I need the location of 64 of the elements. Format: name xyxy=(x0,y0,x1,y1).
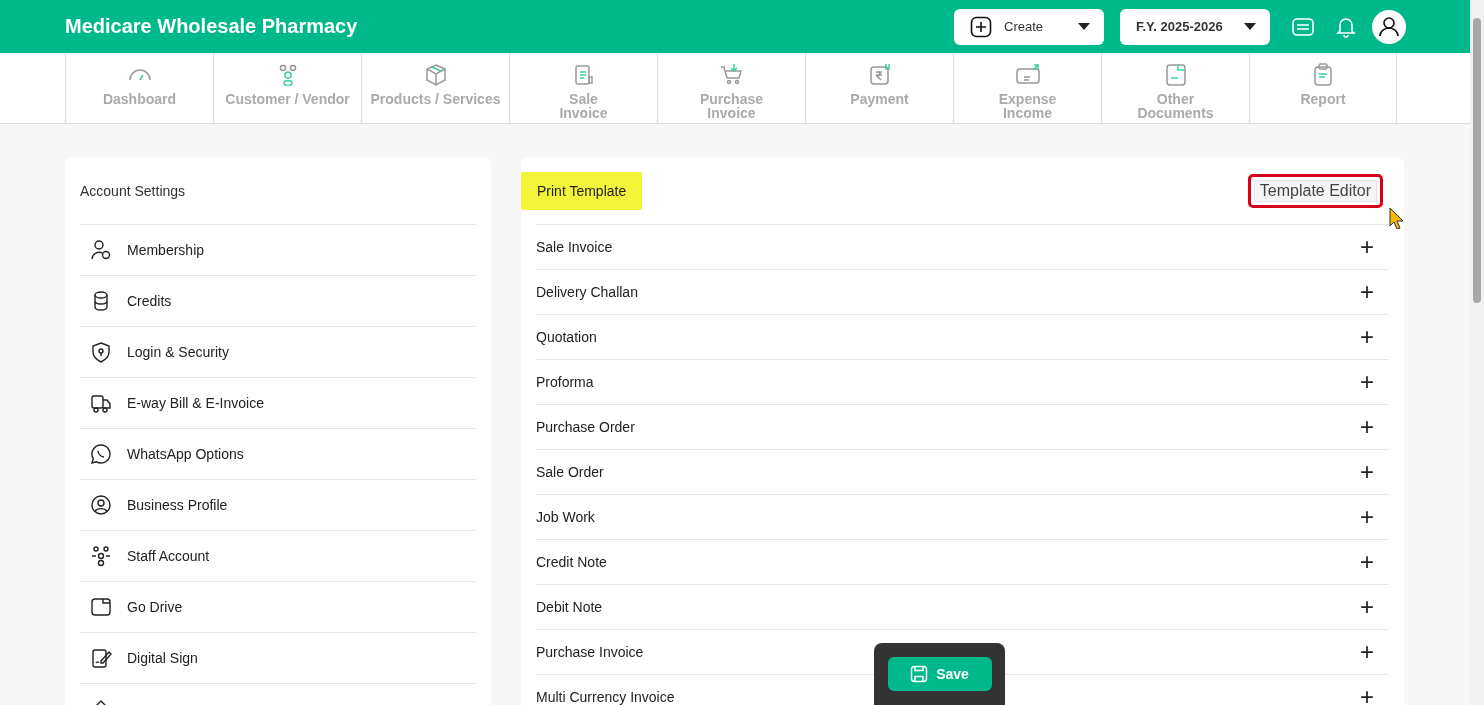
template-label: Debit Note xyxy=(536,599,603,615)
template-row[interactable]: Sale Order + xyxy=(536,450,1389,495)
template-label: Delivery Challan xyxy=(536,284,638,300)
template-row[interactable]: Job Work + xyxy=(536,495,1389,540)
settings-label: Membership xyxy=(127,242,205,258)
settings-item[interactable]: Staff Account xyxy=(80,531,476,582)
expand-icon[interactable]: + xyxy=(1360,325,1374,349)
template-editor-button[interactable]: Template Editor xyxy=(1247,173,1383,208)
nav-label: Dashboard xyxy=(102,92,177,106)
expand-icon[interactable]: + xyxy=(1360,595,1374,619)
settings-item[interactable]: WhatsApp Options xyxy=(80,429,476,480)
expand-icon[interactable]: + xyxy=(1360,415,1374,439)
app-title: Medicare Wholesale Pharmacy xyxy=(65,15,358,38)
expand-icon[interactable]: + xyxy=(1360,685,1374,705)
template-row[interactable]: Debit Note + xyxy=(536,585,1389,630)
settings-label: WhatsApp Options xyxy=(127,446,244,462)
template-row[interactable]: Quotation + xyxy=(536,315,1389,360)
template-row[interactable]: Purchase Order + xyxy=(536,405,1389,450)
settings-item[interactable]: Digital Sign xyxy=(80,633,476,684)
template-row[interactable]: Credit Note + xyxy=(536,540,1389,585)
nav-label: Other Documents xyxy=(1137,92,1214,120)
settings-label: Credits xyxy=(127,293,172,309)
settings-item[interactable]: Membership xyxy=(80,225,476,276)
template-row[interactable]: Proforma + xyxy=(536,360,1389,405)
template-row[interactable]: Delivery Challan + xyxy=(536,270,1389,315)
settings-label: Business Profile xyxy=(127,497,228,513)
expand-icon[interactable]: + xyxy=(1360,550,1374,574)
create-button[interactable]: Create xyxy=(954,8,1104,45)
settings-label: Login & Security xyxy=(127,344,229,360)
template-label: Proforma xyxy=(536,374,594,390)
settings-label: Go Drive xyxy=(127,599,183,615)
settings-label: Digital Sign xyxy=(127,650,198,666)
year-selector[interactable]: F.Y. 2025-2026 xyxy=(1120,8,1270,45)
template-label: Quotation xyxy=(536,329,597,345)
template-label: Purchase Order xyxy=(536,419,635,435)
template-row[interactable]: Sale Invoice + xyxy=(536,225,1389,270)
settings-item[interactable]: E-way Bill & E-Invoice xyxy=(80,378,476,429)
nav-label: Report xyxy=(1300,92,1346,106)
nav-label: Expense Income xyxy=(998,92,1057,120)
expand-icon[interactable]: + xyxy=(1360,235,1374,259)
settings-item[interactable]: Business Profile xyxy=(80,480,476,531)
nav-label: Customer / Vendor xyxy=(225,92,350,106)
expand-icon[interactable]: + xyxy=(1360,370,1374,394)
settings-title: Account Settings xyxy=(80,157,476,225)
nav-label: Products / Services xyxy=(370,92,501,106)
template-label: Purchase Invoice xyxy=(536,644,644,660)
template-label: Multi Currency Invoice xyxy=(536,689,675,705)
template-label: Job Work xyxy=(536,509,595,525)
settings-item[interactable]: Credits xyxy=(80,276,476,327)
nav-label: Purchase Invoice xyxy=(699,92,763,120)
settings-label: E-way Bill & E-Invoice xyxy=(127,395,264,411)
settings-item[interactable]: Login & Security xyxy=(80,327,476,378)
nav-label: Payment xyxy=(850,92,909,106)
settings-item[interactable]: Go Drive xyxy=(80,582,476,633)
template-label: Sale Invoice xyxy=(536,239,613,255)
template-label: Sale Order xyxy=(536,464,604,480)
template-label: Credit Note xyxy=(536,554,607,570)
panel-title: Print Template xyxy=(521,171,643,210)
expand-icon[interactable]: + xyxy=(1360,460,1374,484)
expand-icon[interactable]: + xyxy=(1360,280,1374,304)
settings-label: Staff Account xyxy=(127,548,210,564)
expand-icon[interactable]: + xyxy=(1360,505,1374,529)
nav-label: Sale Invoice xyxy=(559,92,608,120)
expand-icon[interactable]: + xyxy=(1360,640,1374,664)
